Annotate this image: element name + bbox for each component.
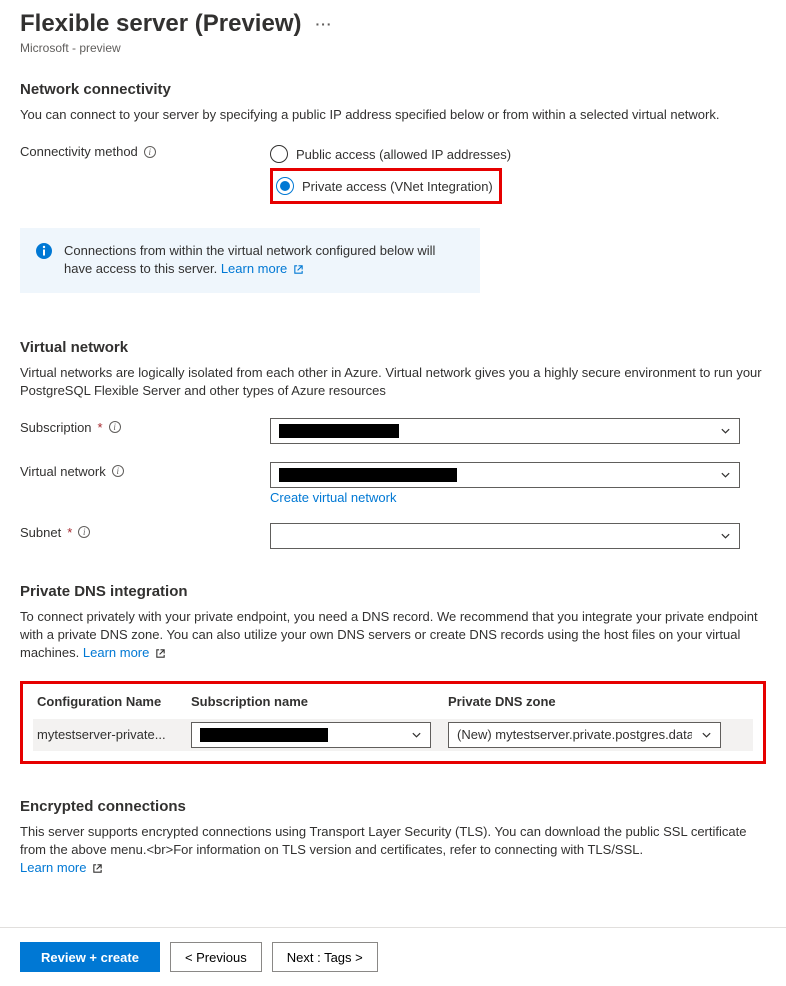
info-icon[interactable]: i xyxy=(78,526,90,538)
info-icon xyxy=(36,243,52,259)
config-name-value: mytestserver-private... xyxy=(33,727,191,742)
subscription-select[interactable] xyxy=(270,418,740,444)
col-dns-zone: Private DNS zone xyxy=(448,694,753,709)
dns-config-highlight: Configuration Name Subscription name Pri… xyxy=(20,681,766,764)
next-tags-button[interactable]: Next : Tags > xyxy=(272,942,378,972)
connectivity-method-label: Connectivity method xyxy=(20,144,138,159)
subnet-label: Subnet xyxy=(20,525,61,540)
dns-learn-more-link[interactable]: Learn more xyxy=(83,645,166,660)
dns-zone-select[interactable]: (New) mytestserver.private.postgres.data… xyxy=(448,722,721,748)
banner-learn-more-link[interactable]: Learn more xyxy=(221,261,304,276)
highlight-private-option: Private access (VNet Integration) xyxy=(270,168,502,204)
section-dns-heading: Private DNS integration xyxy=(20,583,766,600)
radio-public-label: Public access (allowed IP addresses) xyxy=(296,147,511,162)
radio-icon xyxy=(276,177,294,195)
encrypted-learn-more-link[interactable]: Learn more xyxy=(20,860,103,875)
network-desc: You can connect to your server by specif… xyxy=(20,106,766,124)
radio-private-label: Private access (VNet Integration) xyxy=(302,179,493,194)
col-config-name: Configuration Name xyxy=(33,694,191,709)
required-indicator: * xyxy=(67,525,72,540)
chevron-down-icon xyxy=(411,729,422,740)
radio-public-access[interactable]: Public access (allowed IP addresses) xyxy=(270,142,766,166)
external-link-icon xyxy=(293,264,304,275)
page-subtitle: Microsoft - preview xyxy=(20,41,766,55)
subscription-label: Subscription xyxy=(20,420,92,435)
redacted-value xyxy=(279,424,399,438)
dns-config-row: mytestserver-private... (New) mytestserv… xyxy=(33,719,753,751)
chevron-down-icon xyxy=(720,469,731,480)
chevron-down-icon xyxy=(720,425,731,436)
external-link-icon xyxy=(155,648,166,659)
redacted-value xyxy=(200,728,328,742)
footer-bar: Review + create < Previous Next : Tags > xyxy=(0,927,786,986)
section-encrypted-heading: Encrypted connections xyxy=(20,798,766,815)
subnet-select[interactable] xyxy=(270,523,740,549)
info-icon[interactable]: i xyxy=(144,146,156,158)
virtual-network-select[interactable] xyxy=(270,462,740,488)
radio-icon xyxy=(270,145,288,163)
info-banner: Connections from within the virtual netw… xyxy=(20,228,480,292)
chevron-down-icon xyxy=(701,729,712,740)
page-title: Flexible server (Preview) xyxy=(20,10,301,38)
more-menu-button[interactable]: ··· xyxy=(315,16,332,32)
external-link-icon xyxy=(92,863,103,874)
previous-button[interactable]: < Previous xyxy=(170,942,262,972)
redacted-value xyxy=(279,468,457,482)
dns-subscription-select[interactable] xyxy=(191,722,431,748)
chevron-down-icon xyxy=(720,530,731,541)
dns-zone-value: (New) mytestserver.private.postgres.data… xyxy=(457,727,692,742)
vnet-label: Virtual network xyxy=(20,464,106,479)
review-create-button[interactable]: Review + create xyxy=(20,942,160,972)
info-icon[interactable]: i xyxy=(112,465,124,477)
vnet-desc: Virtual networks are logically isolated … xyxy=(20,364,766,400)
radio-private-access[interactable]: Private access (VNet Integration) xyxy=(276,174,493,198)
create-vnet-link[interactable]: Create virtual network xyxy=(270,490,396,505)
info-icon[interactable]: i xyxy=(109,421,121,433)
section-network-heading: Network connectivity xyxy=(20,81,766,98)
section-vnet-heading: Virtual network xyxy=(20,339,766,356)
encrypted-desc: This server supports encrypted connectio… xyxy=(20,824,746,857)
col-subscription-name: Subscription name xyxy=(191,694,448,709)
required-indicator: * xyxy=(98,420,103,435)
